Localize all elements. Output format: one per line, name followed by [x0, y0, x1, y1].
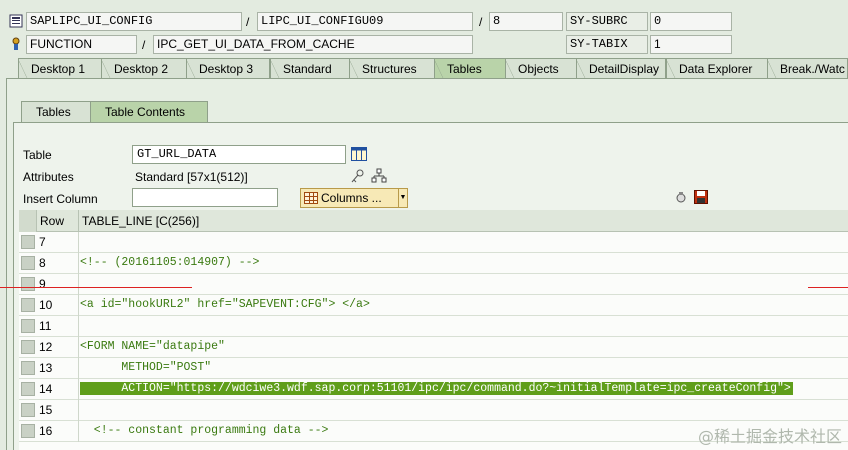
attributes-label: Attributes: [23, 170, 74, 184]
key-icon[interactable]: [350, 168, 364, 183]
table-row[interactable]: 15: [19, 400, 848, 421]
tab-desktop-3[interactable]: Desktop 3: [186, 58, 270, 79]
event-type-field[interactable]: FUNCTION: [26, 35, 137, 54]
separator: /: [479, 15, 483, 29]
table-header: Row TABLE_LINE [C(256)]: [19, 210, 848, 232]
annotation-line-right: [808, 287, 848, 288]
table-name-input[interactable]: GT_URL_DATA: [132, 145, 346, 164]
table-label: Table: [23, 148, 52, 162]
row-selector[interactable]: [21, 382, 35, 396]
row-number: 15: [39, 403, 53, 417]
watermark: @稀土掘金技术社区: [697, 427, 842, 446]
hierarchy-icon[interactable]: [371, 168, 387, 183]
subtab-tables[interactable]: Tables: [21, 101, 94, 123]
table-line-cell[interactable]: METHOD="POST": [80, 361, 211, 374]
tab-tables[interactable]: Tables: [434, 58, 506, 79]
tab-desktop-2[interactable]: Desktop 2: [101, 58, 187, 79]
sy-subrc-label: SY-SUBRC: [566, 12, 648, 31]
row-number: 9: [39, 277, 46, 291]
include-field[interactable]: LIPC_UI_CONFIGU09: [257, 12, 473, 31]
insert-column-input[interactable]: [132, 188, 278, 207]
columns-button[interactable]: Columns ... ▼: [300, 188, 408, 208]
column-header-table-line[interactable]: TABLE_LINE [C(256)]: [82, 214, 199, 228]
table-view-icon[interactable]: [351, 147, 367, 161]
attributes-value: Standard [57x1(512)]: [135, 170, 248, 184]
program-field[interactable]: SAPLIPC_UI_CONFIG: [26, 12, 242, 31]
table-row[interactable]: 11: [19, 316, 848, 337]
row-number: 16: [39, 424, 53, 438]
row-selector[interactable]: [21, 298, 35, 312]
row-selector[interactable]: [21, 235, 35, 249]
function-name-field[interactable]: IPC_GET_UI_DATA_FROM_CACHE: [153, 35, 473, 54]
row-selector[interactable]: [21, 319, 35, 333]
subtab-table-contents[interactable]: Table Contents: [90, 101, 208, 123]
tab-standard[interactable]: Standard: [270, 58, 350, 79]
program-icon: [9, 14, 23, 28]
table-row[interactable]: 13 METHOD="POST": [19, 358, 848, 379]
sy-tabix-label: SY-TABIX: [566, 35, 648, 54]
table-row[interactable]: 7: [19, 232, 848, 253]
tab-data-explorer[interactable]: Data Explorer: [666, 58, 768, 79]
tab-detail-display[interactable]: DetailDisplay: [576, 58, 666, 79]
table-line-cell[interactable]: <a id="hookURL2" href="SAPEVENT:CFG"> </…: [80, 298, 370, 311]
row-number: 12: [39, 340, 53, 354]
insert-column-label: Insert Column: [23, 192, 98, 206]
save-icon[interactable]: [694, 190, 708, 204]
function-icon: [9, 37, 23, 51]
sy-subrc-value[interactable]: 0: [650, 12, 732, 31]
header-row-function: FUNCTION / IPC_GET_UI_DATA_FROM_CACHE SY…: [0, 34, 848, 85]
table-contents-grid: Row TABLE_LINE [C(256)] 7 8 <!-- (20161105…: [19, 210, 848, 450]
tab-structures[interactable]: Structures: [349, 58, 435, 79]
table-row[interactable]: 14 ACTION="https://wdciwe3.wdf.sap.corp:…: [19, 379, 848, 400]
row-number: 8: [39, 256, 46, 270]
line-field[interactable]: 8: [489, 12, 563, 31]
row-number: 13: [39, 361, 53, 375]
columns-grid-icon: [304, 192, 318, 204]
row-number: 7: [39, 235, 46, 249]
columns-button-label: Columns ...: [321, 191, 382, 205]
table-row[interactable]: 10 <a id="hookURL2" href="SAPEVENT:CFG"> …: [19, 295, 848, 316]
table-line-cell[interactable]: <FORM NAME="datapipe": [80, 340, 225, 353]
table-row[interactable]: 8 <!-- (20161105:014907) -->: [19, 253, 848, 274]
row-number: 11: [39, 319, 52, 333]
row-selector[interactable]: [21, 277, 35, 291]
table-line-cell[interactable]: ACTION="https://wdciwe3.wdf.sap.corp:511…: [80, 382, 793, 395]
bulb-icon[interactable]: [674, 190, 688, 204]
chevron-down-icon[interactable]: ▼: [398, 189, 407, 207]
row-selector[interactable]: [21, 403, 35, 417]
tab-objects[interactable]: Objects: [505, 58, 577, 79]
tab-breakpoints-watchpoints[interactable]: Break./Watc: [767, 58, 848, 79]
header-row-program: SAPLIPC_UI_CONFIG / LIPC_UI_CONFIGU09 / …: [0, 11, 848, 33]
sy-tabix-value[interactable]: 1: [650, 35, 732, 54]
row-number: 10: [39, 298, 53, 312]
tab-desktop-1[interactable]: Desktop 1: [18, 58, 103, 79]
annotation-line-left: [0, 287, 192, 288]
table-row[interactable]: 12 <FORM NAME="datapipe": [19, 337, 848, 358]
separator: /: [142, 38, 146, 52]
row-selector[interactable]: [21, 424, 35, 438]
table-row[interactable]: 9: [19, 274, 848, 295]
table-line-cell[interactable]: <!-- constant programming data -->: [80, 424, 329, 437]
row-selector[interactable]: [21, 256, 35, 270]
debugger-tabstrip: Desktop 1 Desktop 2 Desktop 3 Standard S…: [6, 58, 848, 79]
separator: /: [246, 15, 250, 29]
select-all-cell[interactable]: [19, 210, 37, 232]
row-number: 14: [39, 382, 53, 396]
column-header-row[interactable]: Row: [40, 214, 64, 228]
row-selector[interactable]: [21, 361, 35, 375]
row-selector[interactable]: [21, 340, 35, 354]
table-line-cell[interactable]: <!-- (20161105:014907) -->: [80, 256, 259, 269]
